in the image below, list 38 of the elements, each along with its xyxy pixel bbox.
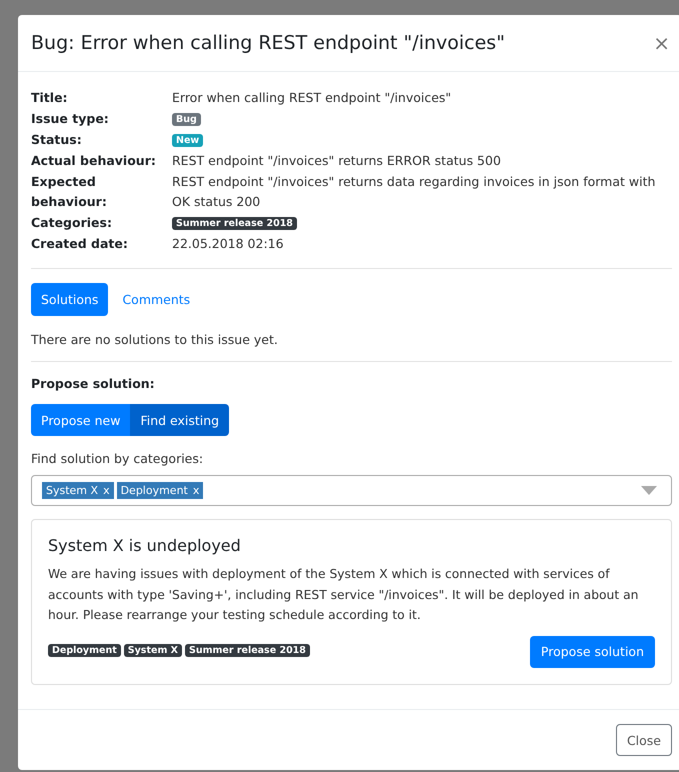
badge: Summer release 2018 (172, 217, 297, 230)
propose-solution-button[interactable]: Propose solution (530, 636, 655, 668)
badge: New (172, 134, 204, 148)
close-button[interactable]: × (651, 33, 672, 53)
solution-text: We are having issues with deployment of the System X which is connected with services of accounts with type 'Saving+', including REST service "/invoices". It will be deployed in about an hour. Please rearrange your testing schedule according to it. (48, 566, 640, 624)
field-value: REST endpoint "/invoices" returns data regarding invoices in json format with OK status 200 (172, 174, 656, 209)
tag: Deployment (48, 644, 121, 656)
chip-label: System X (46, 484, 98, 497)
field-label: Issue type: (31, 110, 110, 128)
chip-label: Deployment (120, 484, 188, 497)
field-value: REST endpoint "/invoices" returns ERROR status 500 (172, 153, 501, 168)
toggle-button[interactable]: Propose new (31, 404, 130, 436)
dropdown-caret-icon[interactable] (641, 486, 657, 495)
tag: System X (124, 644, 182, 656)
field-label: Created date: (31, 235, 129, 253)
field-label: Find solution by categories: (31, 451, 204, 466)
field-label: Title: (31, 89, 69, 107)
field-value: Error when calling REST endpoint "/invoices" (172, 90, 452, 105)
field-label: Actual behaviour: (31, 152, 157, 170)
remove-chip-button[interactable]: x (192, 484, 200, 497)
section-heading: Propose solution: (31, 376, 156, 391)
category-select[interactable]: System X x Deployment x (31, 475, 672, 506)
badge: Bug (172, 113, 201, 126)
tab[interactable]: Solutions (31, 283, 108, 316)
tag: Summer release 2018 (184, 644, 310, 656)
field-label: Categories: (31, 214, 113, 232)
close-button[interactable]: Close (616, 724, 672, 756)
tab[interactable]: Comments (112, 283, 200, 316)
empty-message: There are no solutions to this issue yet. (31, 332, 279, 347)
toggle-button[interactable]: Find existing (130, 404, 230, 436)
category-chip[interactable]: Deployment x (116, 482, 204, 499)
solution-title: System X is undeployed (48, 536, 242, 555)
category-chip[interactable]: System X x (42, 482, 114, 499)
remove-chip-button[interactable]: x (103, 484, 110, 497)
field-value: 22.05.2018 02:16 (172, 236, 284, 251)
dialog-title: Bug: Error when calling REST endpoint "/invoices" (31, 32, 505, 54)
field-label: Expected behaviour: (31, 173, 108, 211)
field-label: Status: (31, 131, 83, 149)
